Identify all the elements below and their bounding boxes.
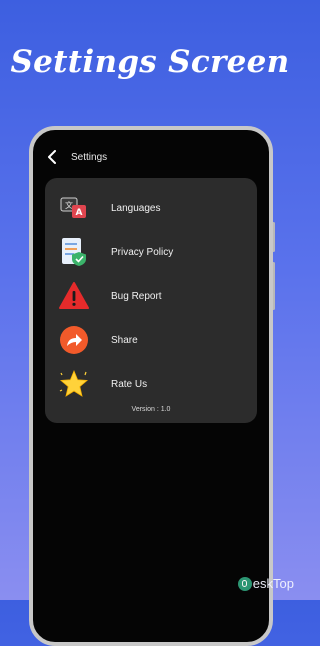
menu-item-bug-report[interactable]: Bug Report: [59, 278, 249, 314]
watermark: eskTop: [237, 576, 294, 591]
menu-item-label: Share: [111, 334, 138, 346]
menu-item-rate-us[interactable]: Rate Us: [59, 366, 249, 402]
settings-card: 文 A Languages Privacy Policy Bug Report …: [45, 178, 257, 423]
watermark-logo-icon: [237, 576, 252, 591]
menu-item-label: Bug Report: [111, 290, 162, 302]
screen-title: Settings: [71, 151, 108, 163]
menu-item-share[interactable]: Share: [59, 322, 249, 358]
banner-title: Settings Screen: [10, 44, 290, 80]
share-arrow-icon: [59, 325, 89, 355]
version-label: Version : 1.0: [131, 406, 171, 413]
menu-item-label: Privacy Policy: [111, 246, 174, 258]
star-icon: [59, 369, 89, 399]
menu-item-languages[interactable]: 文 A Languages: [59, 190, 249, 226]
svg-text:A: A: [76, 208, 83, 218]
phone-screen: Settings 文 A Languages Privacy Policy Bu…: [29, 126, 273, 646]
app-bar: Settings: [33, 144, 269, 170]
svg-text:文: 文: [65, 200, 73, 210]
back-arrow-icon: [48, 150, 56, 164]
back-button[interactable]: [41, 146, 63, 168]
watermark-text: eskTop: [252, 576, 294, 591]
document-shield-icon: [59, 237, 89, 267]
menu-item-label: Rate Us: [111, 378, 148, 390]
menu-item-privacy-policy[interactable]: Privacy Policy: [59, 234, 249, 270]
warning-triangle-icon: [59, 281, 89, 311]
translate-icon: 文 A: [59, 193, 89, 223]
menu-item-label: Languages: [111, 202, 161, 214]
